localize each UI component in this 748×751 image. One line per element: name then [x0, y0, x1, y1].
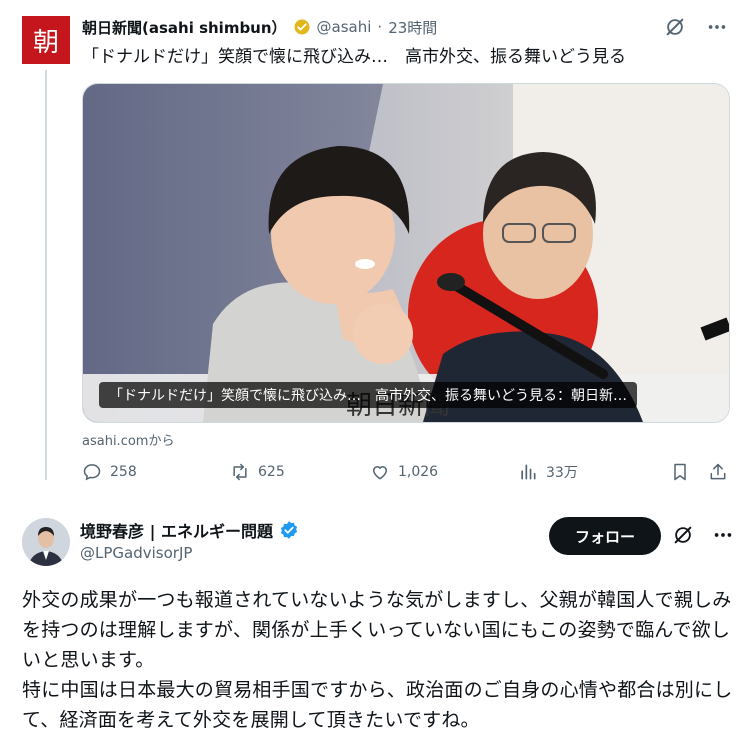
- reply-text: 外交の成果が一つも報道されていないような気がしますし、父親が韓国人で親しみを持つ…: [22, 589, 733, 731]
- reply-count: 258: [110, 464, 137, 480]
- views-button[interactable]: 33万: [518, 462, 668, 482]
- more-icon[interactable]: [712, 524, 734, 546]
- like-count: 1,026: [398, 464, 439, 480]
- view-count: 33万: [546, 465, 578, 481]
- action-bar-right: [670, 462, 728, 482]
- reply-icon: [83, 464, 101, 481]
- asahi-logo-char: 朝: [32, 27, 59, 58]
- separator-dot: ·: [377, 18, 383, 36]
- reply-button[interactable]: 258: [82, 462, 230, 482]
- card-source-domain[interactable]: asahi.comから: [82, 430, 174, 449]
- reply-author-handle[interactable]: @LPGadvisorJP: [80, 544, 192, 562]
- reply-author-name[interactable]: 境野春彦 | エネルギー問題: [80, 518, 273, 542]
- reply-author: 境野春彦 | エネルギー問題: [80, 518, 299, 542]
- card-caption: 「ドナルドだけ」笑顔で懐に飛び込み… 高市外交、振る舞いどう見る：朝日新…: [99, 382, 637, 408]
- post-header: 朝日新聞(asahi shimbun） @asahi · 23時間: [82, 14, 437, 40]
- grok-icon[interactable]: [672, 524, 694, 546]
- user-avatar[interactable]: [22, 518, 70, 566]
- bookmark-icon[interactable]: [670, 462, 690, 482]
- post-time[interactable]: 23時間: [388, 17, 437, 38]
- verified-blue-icon: [280, 521, 298, 539]
- author-name[interactable]: 朝日新聞(asahi shimbun）: [82, 17, 287, 38]
- repost-count: 625: [258, 464, 285, 480]
- asahi-avatar[interactable]: 朝: [22, 16, 70, 64]
- post-text: 「ドナルドだけ」笑顔で懐に飛び込み… 高市外交、振る舞いどう見る: [82, 47, 626, 67]
- views-icon: [521, 464, 536, 480]
- link-card[interactable]: 朝日新聞 「ドナルドだけ」笑顔で懐に飛び込み… 高市外交、振る舞いどう見る：朝日…: [82, 83, 730, 423]
- repost-icon: [233, 463, 247, 481]
- repost-button[interactable]: 625: [230, 462, 370, 482]
- more-icon[interactable]: [706, 16, 728, 38]
- share-icon[interactable]: [708, 462, 728, 482]
- like-button[interactable]: 1,026: [370, 462, 518, 482]
- author-handle[interactable]: @asahi: [317, 18, 372, 36]
- like-icon: [372, 466, 388, 480]
- reply-top-icons: [672, 524, 734, 546]
- action-bar: 258 625 1,026 33万: [82, 462, 728, 482]
- grok-icon[interactable]: [664, 16, 686, 38]
- user-photo: [22, 518, 70, 566]
- verified-gold-icon: [294, 19, 310, 35]
- follow-button[interactable]: フォロー: [549, 517, 661, 555]
- thread-line: [45, 70, 47, 480]
- post-top-icons: [664, 16, 728, 38]
- news-photo: 朝日新聞: [83, 84, 729, 422]
